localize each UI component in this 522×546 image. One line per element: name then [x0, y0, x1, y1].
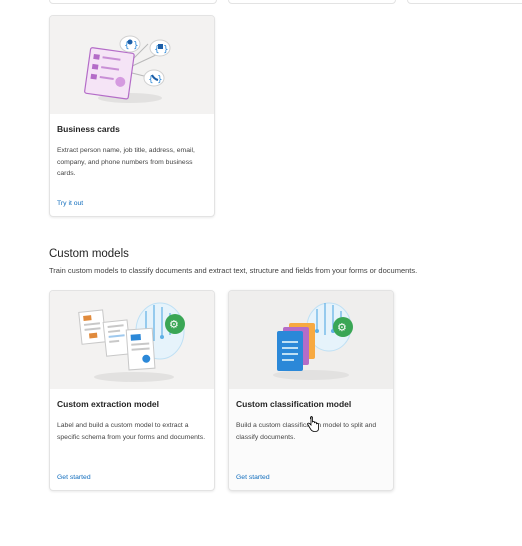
get-started-link[interactable]: Get started	[236, 474, 270, 481]
custom-classification-card[interactable]: ⚙ Custom classification model Build a cu…	[228, 290, 394, 491]
section-title: Custom models	[49, 248, 129, 260]
business-card-icon: { } { } { }	[84, 35, 171, 103]
section-subtitle: Train custom models to classify document…	[49, 266, 418, 275]
try-it-out-link[interactable]: Try it out	[57, 200, 83, 207]
card-title: Custom extraction model	[57, 399, 160, 409]
classification-illustration: ⚙	[229, 291, 393, 389]
card-stub-1	[49, 0, 217, 4]
svg-text:}: }	[133, 41, 139, 51]
svg-text:⚙: ⚙	[169, 318, 179, 331]
hand-cursor-icon	[307, 416, 319, 432]
svg-text:}: }	[163, 45, 169, 55]
custom-classification-icon: ⚙	[273, 302, 353, 380]
card-title: Business cards	[57, 124, 120, 134]
business-cards-card[interactable]: { } { } { } Business cards Extract perso…	[49, 15, 215, 217]
card-stub-2	[228, 0, 396, 4]
extraction-illustration: ⚙	[50, 291, 214, 389]
svg-text:⚙: ⚙	[337, 321, 347, 334]
custom-extraction-card[interactable]: ⚙ Custom extraction model Label and buil…	[49, 290, 215, 491]
card-title: Custom classification model	[236, 399, 352, 409]
get-started-link[interactable]: Get started	[57, 474, 91, 481]
business-card-illustration: { } { } { }	[50, 16, 214, 114]
card-description: Extract person name, job title, address,…	[57, 147, 195, 177]
custom-extraction-icon: ⚙	[78, 302, 185, 382]
card-stub-3	[407, 0, 522, 4]
card-description: Label and build a custom model to extrac…	[57, 422, 206, 441]
svg-text:}: }	[157, 75, 163, 85]
